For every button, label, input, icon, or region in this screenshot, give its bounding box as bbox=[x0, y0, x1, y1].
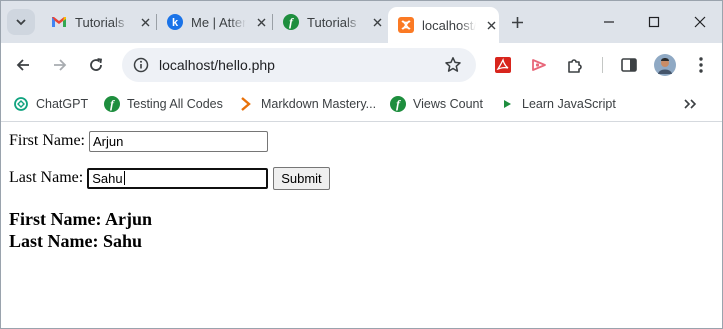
tab-title: Tutorials bbox=[75, 14, 125, 30]
close-icon bbox=[694, 16, 706, 28]
menu-button[interactable] bbox=[690, 54, 712, 76]
gmail-icon bbox=[52, 17, 66, 27]
tab-tutorials[interactable]: f Tutorials bbox=[273, 7, 385, 37]
chatgpt-icon bbox=[14, 97, 28, 111]
play-icon bbox=[504, 100, 511, 108]
bookmark-star-icon[interactable] bbox=[444, 56, 462, 79]
chevron-bookmark-icon bbox=[241, 97, 251, 111]
close-icon[interactable] bbox=[370, 14, 385, 30]
bookmark-label: ChatGPT bbox=[36, 97, 89, 111]
cast-extension-icon[interactable] bbox=[528, 54, 550, 76]
maximize-icon bbox=[648, 16, 660, 28]
first-name-row: First Name: Arjun bbox=[9, 130, 268, 152]
close-window-button[interactable] bbox=[680, 9, 720, 35]
double-chevron-right-icon bbox=[684, 99, 697, 109]
tab-title: Tutorials bbox=[307, 14, 357, 30]
bookmark-label: Markdown Mastery... bbox=[261, 97, 377, 111]
text-caret bbox=[123, 171, 125, 185]
forward-button[interactable] bbox=[47, 52, 73, 78]
toolbar-separator bbox=[602, 57, 603, 73]
new-tab-button[interactable] bbox=[506, 11, 528, 33]
svg-text:k: k bbox=[172, 17, 179, 29]
f-leaf-icon: f bbox=[283, 14, 299, 30]
plus-icon bbox=[511, 16, 523, 28]
browser-window: Tutorials k Me | Attendance f Tutorials bbox=[0, 0, 723, 329]
pdf-extension-icon[interactable] bbox=[492, 54, 514, 76]
first-name-label: First Name: bbox=[9, 132, 85, 149]
back-button[interactable] bbox=[10, 52, 36, 78]
chevron-down-icon bbox=[16, 19, 26, 26]
tab-gmail[interactable]: Tutorials bbox=[41, 7, 153, 37]
bookmark-markdown-mastery[interactable]: Markdown Mastery... bbox=[238, 94, 376, 114]
tab-strip: Tutorials k Me | Attendance f Tutorials bbox=[1, 1, 722, 43]
page-content: First Name: Arjun Last Name: Sahu Submit… bbox=[1, 122, 722, 328]
first-name-input[interactable]: Arjun bbox=[89, 130, 268, 152]
address-bar[interactable]: localhost/hello.php bbox=[122, 48, 476, 82]
last-name-label: Last Name: bbox=[9, 169, 84, 186]
close-icon[interactable] bbox=[484, 17, 499, 33]
profile-avatar[interactable] bbox=[654, 54, 676, 76]
maximize-button[interactable] bbox=[634, 9, 674, 35]
tab-localhost-active[interactable]: localhost/hello.php bbox=[388, 7, 499, 43]
output-last-name: Last Name: Sahu bbox=[9, 231, 143, 251]
url-text[interactable]: localhost/hello.php bbox=[159, 57, 275, 73]
f-leaf-icon: f bbox=[390, 96, 406, 112]
last-name-value: Sahu bbox=[92, 170, 123, 186]
site-info-icon[interactable] bbox=[133, 57, 149, 78]
xampp-icon bbox=[398, 17, 414, 33]
bookmark-testing-all-codes[interactable]: f Testing All Codes bbox=[104, 94, 223, 114]
minimize-button[interactable] bbox=[589, 9, 629, 35]
close-icon[interactable] bbox=[138, 14, 153, 30]
bookmark-chatgpt[interactable]: ChatGPT bbox=[13, 94, 88, 114]
tab-search-button[interactable] bbox=[7, 9, 35, 35]
extensions-puzzle-icon[interactable] bbox=[564, 54, 586, 76]
tab-title: localhost/hello.php bbox=[422, 17, 476, 33]
tab-title: Me | Attendance bbox=[191, 14, 247, 30]
last-name-input[interactable]: Sahu bbox=[87, 167, 269, 189]
bookmark-label: Views Count bbox=[413, 97, 483, 111]
k-icon: k bbox=[167, 14, 183, 30]
bookmarks-bar: ChatGPT f Testing All Codes Markdown Mas… bbox=[1, 87, 722, 122]
avatar-icon bbox=[654, 54, 676, 76]
output-first-name: First Name: Arjun bbox=[9, 209, 152, 229]
tab-attendance[interactable]: k Me | Attendance bbox=[157, 7, 269, 37]
first-name-value: Arjun bbox=[93, 133, 124, 149]
bookmark-label: Learn JavaScript bbox=[522, 97, 616, 111]
reload-icon bbox=[90, 58, 103, 71]
forward-arrow-icon bbox=[54, 59, 67, 71]
bookmark-label: Testing All Codes bbox=[127, 97, 223, 111]
back-arrow-icon bbox=[16, 59, 29, 71]
reload-button[interactable] bbox=[83, 52, 109, 78]
more-vert-icon bbox=[699, 57, 703, 73]
last-name-row: Last Name: Sahu Submit bbox=[9, 166, 330, 190]
minimize-icon bbox=[604, 21, 614, 23]
more-bookmarks-button[interactable] bbox=[681, 95, 699, 113]
browser-toolbar: localhost/hello.php bbox=[1, 43, 722, 87]
f-leaf-icon: f bbox=[104, 96, 120, 112]
bookmark-views-count[interactable]: f Views Count bbox=[390, 94, 483, 114]
submit-button[interactable]: Submit bbox=[273, 166, 330, 190]
bookmark-learn-javascript[interactable]: Learn JavaScript bbox=[499, 94, 616, 114]
side-panel-icon[interactable] bbox=[618, 54, 640, 76]
close-icon[interactable] bbox=[254, 14, 269, 30]
